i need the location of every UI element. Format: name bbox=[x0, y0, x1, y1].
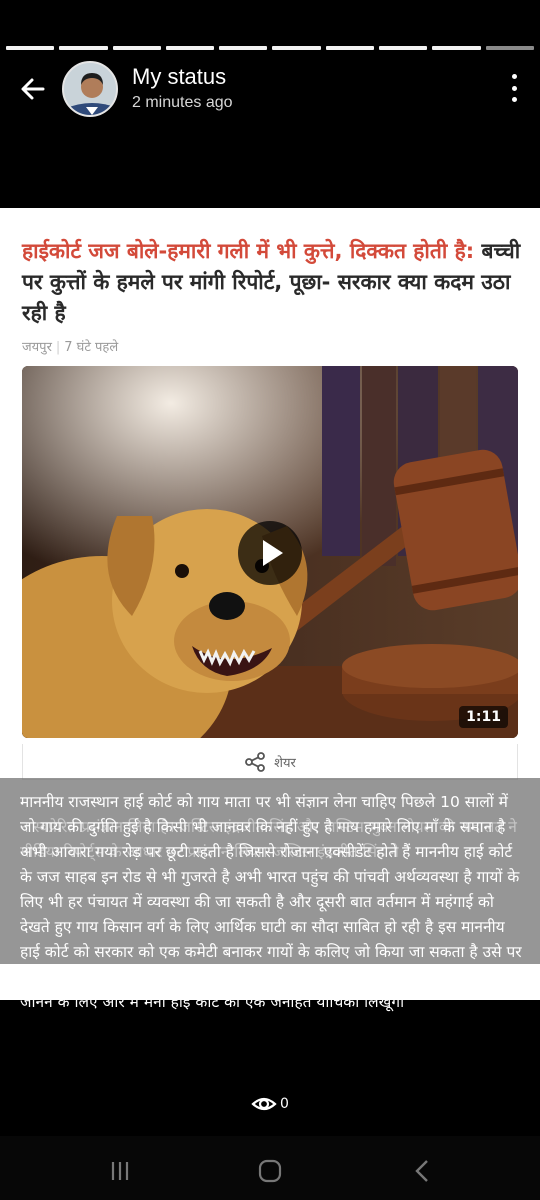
progress-segment bbox=[325, 46, 375, 50]
progress-segment bbox=[432, 46, 481, 50]
progress-segment bbox=[59, 46, 108, 50]
progress-segment bbox=[379, 46, 428, 50]
article-meta: जयपुर | 7 घंटे पहले bbox=[22, 340, 119, 355]
article-time: 7 घंटे पहले bbox=[64, 340, 119, 355]
play-icon[interactable] bbox=[238, 521, 302, 585]
system-navigation-bar bbox=[0, 1136, 540, 1200]
article-location: जयपुर bbox=[22, 340, 52, 355]
views-count: 0 bbox=[280, 1096, 289, 1112]
more-vert-icon bbox=[511, 74, 517, 79]
headline-highlight: हाईकोर्ट जज बोले-हमारी गली में भी कुत्ते… bbox=[22, 239, 475, 263]
article-headline: हाईकोर्ट जज बोले-हमारी गली में भी कुत्ते… bbox=[22, 236, 522, 329]
story-progress-bar bbox=[6, 46, 534, 50]
share-button[interactable]: शेयर bbox=[22, 744, 518, 780]
status-title: My status bbox=[132, 64, 227, 89]
back-nav-button[interactable] bbox=[408, 1156, 438, 1186]
arrow-left-icon bbox=[21, 78, 45, 100]
progress-segment bbox=[165, 46, 215, 50]
share-label: शेयर bbox=[274, 755, 296, 771]
progress-segment bbox=[272, 46, 321, 50]
recent-apps-button[interactable] bbox=[105, 1156, 135, 1186]
chevron-left-icon bbox=[415, 1160, 428, 1182]
video-duration: 1:11 bbox=[459, 706, 508, 728]
progress-segment bbox=[219, 46, 268, 50]
status-time: 2 minutes ago bbox=[132, 94, 233, 111]
more-options-button[interactable] bbox=[510, 74, 518, 102]
avatar[interactable] bbox=[62, 61, 118, 117]
home-button[interactable] bbox=[255, 1156, 285, 1186]
status-header: My status 2 minutes ago bbox=[0, 58, 540, 122]
recent-apps-icon bbox=[111, 1162, 129, 1180]
video-thumbnail[interactable]: 1:11 bbox=[22, 366, 518, 738]
eye-icon bbox=[251, 1097, 277, 1111]
progress-segment-current bbox=[485, 46, 534, 50]
progress-segment bbox=[112, 46, 161, 50]
share-icon bbox=[245, 751, 266, 772]
progress-segment bbox=[6, 46, 55, 50]
back-button[interactable] bbox=[16, 72, 50, 106]
status-caption: माननीय राजस्थान हाई कोर्ट को गाय माता पर… bbox=[20, 793, 523, 1011]
home-icon bbox=[258, 1159, 282, 1183]
views-counter[interactable]: 0 bbox=[0, 1094, 540, 1114]
